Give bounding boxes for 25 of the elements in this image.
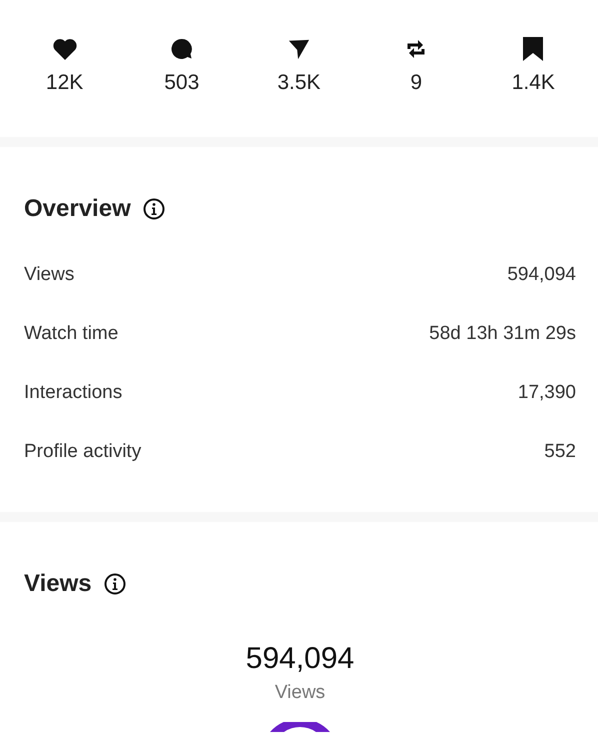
engagement-count: 12K (46, 71, 84, 95)
metric-label: Views (24, 264, 74, 286)
metric-label: Watch time (24, 322, 118, 344)
info-icon[interactable] (142, 198, 165, 220)
metric-value: 594,094 (507, 264, 576, 286)
metric-value: 17,390 (518, 382, 576, 404)
paper-plane-icon (288, 38, 310, 60)
repeat-icon (406, 38, 426, 60)
metric-value: 552 (544, 440, 576, 462)
total-views-label: Views (274, 682, 326, 704)
metric-value: 58d 13h 31m 29s (429, 322, 576, 344)
info-icon[interactable] (104, 573, 126, 595)
section-title: Views (24, 570, 92, 598)
metric-label: Interactions (24, 382, 122, 404)
section-title: Overview (24, 195, 131, 223)
metric-label: Profile activity (24, 440, 142, 462)
chat-bubble-icon (169, 37, 194, 61)
heart-icon (52, 38, 78, 60)
engagement-count: 503 (164, 71, 200, 95)
bookmark-icon (523, 37, 544, 61)
engagement-count: 3.5K (277, 71, 321, 95)
engagement-count: 9 (410, 71, 422, 95)
total-views: 594,094 (246, 642, 354, 676)
engagement-count: 1.4K (512, 71, 555, 95)
donut-chart-drawing (270, 722, 330, 732)
